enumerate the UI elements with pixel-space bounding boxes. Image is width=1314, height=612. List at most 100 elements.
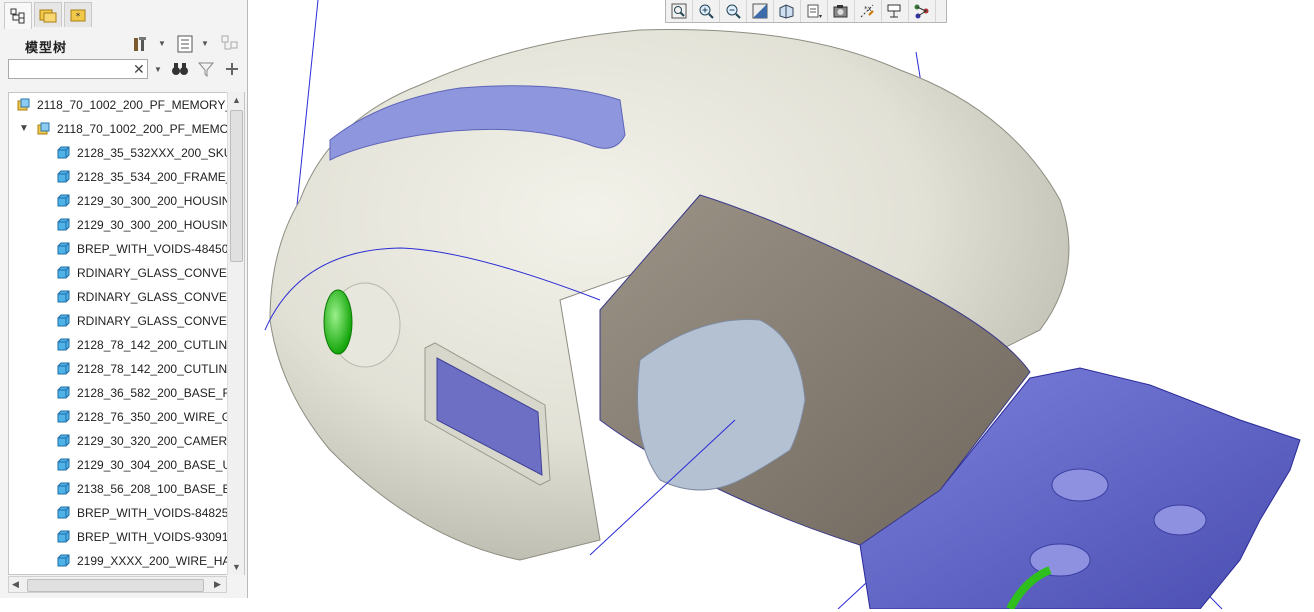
tree-item-label: 2128_36_582_200_BASE_RI (77, 386, 231, 400)
filter-icon[interactable] (196, 59, 216, 79)
tree-item[interactable]: BREP_WITH_VOIDS-84825 (9, 501, 231, 525)
tree-item[interactable]: RDINARY_GLASS_CONVEX (9, 261, 231, 285)
tree-item-label: 2128_78_142_200_CUTLINI (77, 338, 231, 352)
settings-tools-icon[interactable] (130, 34, 150, 54)
tree-item[interactable]: 2129_30_320_200_CAMERA (9, 429, 231, 453)
tree-item-label: 2129_30_300_200_HOUSIN (77, 194, 231, 208)
assembly-icon (37, 122, 50, 135)
part-icon (57, 146, 70, 159)
clear-icon[interactable]: ✕ (133, 61, 145, 78)
scroll-down-icon[interactable]: ▼ (232, 562, 241, 572)
tree-item-label: 2128_78_142_200_CUTLINI (77, 362, 231, 376)
indicator-button-part (323, 289, 353, 355)
repaint-icon (752, 3, 768, 19)
part-icon (57, 314, 70, 327)
part-icon (57, 410, 70, 423)
tree-item[interactable]: BREP_WITH_VOIDS-93091 (9, 525, 231, 549)
tree-vertical-scrollbar[interactable]: ▲ ▼ (227, 92, 244, 575)
tree-item[interactable]: 2199_XXXX_200_WIRE_HA (9, 549, 231, 573)
tree-item-label: 2129_30_300_200_HOUSIN (77, 218, 231, 232)
part-icon (57, 482, 70, 495)
annotation-icon (887, 4, 901, 18)
tree-item-label: 2128_35_534_200_FRAME_ (77, 170, 231, 184)
scroll-left-icon[interactable]: ◀ (12, 579, 19, 590)
assembly-icon (17, 98, 30, 111)
navigator-tabs: * (4, 2, 92, 29)
saved-views-icon (807, 4, 822, 18)
tree-item[interactable]: 2128_78_142_200_CUTLINI (9, 333, 231, 357)
model-tree-tab[interactable] (4, 2, 32, 29)
datum-display-icon: *x (860, 4, 874, 18)
tree-item-label: 2128_76_350_200_WIRE_G (77, 410, 231, 424)
annotation-display-button[interactable] (882, 0, 909, 22)
tree-item[interactable]: ▼ 2118_70_1002_200_PF_MEMO (9, 117, 231, 141)
chevron-down-icon[interactable]: ▼ (158, 39, 166, 48)
tree-item[interactable]: 2129_30_300_200_HOUSIN (9, 213, 231, 237)
tree-item[interactable]: 2118_70_1002_200_PF_MEMORY_ (9, 93, 231, 117)
model-tree[interactable]: 2118_70_1002_200_PF_MEMORY_ ▼ 2118_70_1002… (8, 92, 245, 575)
tree-title: 模型树 (25, 40, 68, 55)
spin-center-icon (914, 4, 929, 19)
tree-item-label: 2129_30_320_200_CAMERA (77, 434, 231, 448)
display-style-button[interactable] (774, 0, 801, 22)
show-list-icon[interactable] (175, 34, 195, 54)
scroll-right-icon[interactable]: ▶ (214, 579, 221, 590)
zoom-out-button[interactable] (720, 0, 747, 22)
scroll-thumb[interactable] (230, 110, 243, 262)
zoom-fit-icon (671, 3, 687, 19)
chevron-down-icon[interactable]: ▼ (154, 65, 162, 74)
favorites-tab[interactable]: * (64, 2, 92, 27)
saved-orientations-button[interactable] (801, 0, 828, 22)
chevron-down-icon[interactable]: ▼ (201, 39, 209, 48)
add-plus-icon[interactable] (222, 59, 242, 79)
tree-item[interactable]: BREP_WITH_VOIDS-48450 (9, 237, 231, 261)
tree-item[interactable]: 2128_36_582_200_BASE_RI (9, 381, 231, 405)
part-icon (57, 458, 70, 471)
tree-item-label: 2138_56_208_100_BASE_BF (77, 482, 231, 496)
expand-arrow-icon[interactable]: ▼ (19, 123, 29, 134)
tree-item[interactable]: 2128_78_142_200_CUTLINI (9, 357, 231, 381)
spin-center-button[interactable] (909, 0, 936, 22)
tree-item-label: BREP_WITH_VOIDS-84825 (77, 506, 229, 520)
tree-header: 模型树 ▼ ▼ (0, 30, 246, 58)
datum-display-button[interactable]: *x (855, 0, 882, 22)
model-render (264, 0, 1301, 611)
tree-item-label: 2128_35_532XXX_200_SKU (77, 146, 231, 160)
refit-button[interactable] (666, 0, 693, 22)
tree-item-label: 2199_XXXX_200_WIRE_HA (77, 554, 231, 568)
tree-item[interactable]: 2129_30_304_200_BASE_UI (9, 453, 231, 477)
zoom-in-icon (699, 4, 714, 19)
tree-item[interactable]: 2129_30_300_200_HOUSIN (9, 189, 231, 213)
tree-item-label: RDINARY_GLASS_CONVEX (77, 314, 231, 328)
part-icon (57, 362, 70, 375)
svg-text:*x: *x (864, 5, 872, 13)
tree-item-label: RDINARY_GLASS_CONVEX (77, 266, 231, 280)
part-icon (57, 218, 70, 231)
repaint-button[interactable] (747, 0, 774, 22)
tree-item[interactable]: RDINARY_GLASS_CONVEX (9, 309, 231, 333)
part-icon (57, 242, 70, 255)
tree-item[interactable]: 2138_56_208_100_BASE_BF (9, 477, 231, 501)
view-manager-button[interactable] (828, 0, 855, 22)
tree-item-label: 2118_70_1002_200_PF_MEMO (57, 122, 229, 136)
graphics-viewport[interactable] (248, 0, 1314, 611)
tree-horizontal-scrollbar[interactable]: ◀ ▶ (8, 576, 227, 593)
find-binoculars-icon[interactable] (170, 59, 190, 79)
part-icon (57, 386, 70, 399)
zoom-out-icon (726, 4, 741, 19)
navigator-panel: * 模型树 ▼ ▼ ✕ ▼ 2118_70_1002_200_PF_MEMORY… (0, 0, 248, 598)
part-icon (57, 554, 70, 567)
tree-search-input[interactable] (8, 59, 148, 79)
star-folder-icon: * (70, 9, 86, 22)
scroll-up-icon[interactable]: ▲ (232, 95, 241, 105)
zoom-in-button[interactable] (693, 0, 720, 22)
tree-item[interactable]: 2128_35_534_200_FRAME_ (9, 165, 231, 189)
scroll-thumb[interactable] (27, 579, 204, 592)
tree-item[interactable]: RDINARY_GLASS_CONVEX (9, 285, 231, 309)
layer-tree-icon[interactable] (220, 34, 240, 54)
tree-item[interactable]: 2128_76_350_200_WIRE_G (9, 405, 231, 429)
view-manager-icon (833, 5, 848, 18)
tree-item[interactable]: 2128_35_532XXX_200_SKU (9, 141, 231, 165)
tree-search-row: ✕ ▼ (0, 58, 246, 82)
folder-browser-tab[interactable] (34, 2, 62, 27)
